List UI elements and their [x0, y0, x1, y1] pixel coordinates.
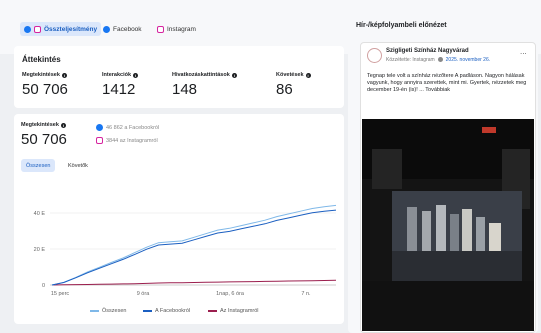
instagram-icon: [96, 137, 103, 144]
metric-link-clicks-value: 148: [172, 81, 198, 98]
views-facebook-text: 46 862 a Facebookról: [106, 124, 160, 131]
metric-views-value: 50 706: [22, 81, 68, 98]
x-tick-label: 9 óra: [137, 291, 150, 297]
tab-overall-label: Összteljesítmény: [44, 25, 98, 33]
preview-title: Hír-/képfolyambeli előnézet: [356, 22, 447, 29]
series-line: [51, 209, 337, 286]
toggle-followers-label: Követők: [68, 162, 88, 169]
legend-instagram-label: Az Instagramról: [220, 308, 259, 314]
series-line: [51, 279, 337, 286]
legend-swatch-total: [90, 310, 99, 312]
toggle-total-label: Összesen: [26, 162, 51, 169]
metric-interactions: Interakciók i 1412: [102, 72, 139, 98]
facebook-icon: [24, 25, 31, 33]
tab-facebook[interactable]: Facebook: [103, 22, 142, 36]
metric-link-clicks: Hivatkozáskattintások i 148: [172, 72, 237, 98]
post-more-icon[interactable]: ...: [520, 47, 527, 56]
facebook-icon: [103, 25, 110, 33]
views-summary: Megtekintések i 50 706: [21, 122, 67, 148]
tab-instagram[interactable]: Instagram: [157, 22, 196, 36]
views-line-chart: 0 20 E 40 E 15 perc 9 óra 1nap, 6 óra 7 n.: [34, 204, 337, 297]
facebook-icon: [96, 124, 103, 131]
post-meta: Közzétette: Instagram 2025. november 26.: [386, 57, 490, 63]
tab-overall[interactable]: Összteljesítmény: [20, 22, 102, 36]
toggle-total[interactable]: Összesen: [21, 159, 56, 172]
post-date: 2025. november 26.: [445, 57, 491, 63]
y-tick-label: 40 E: [34, 211, 46, 217]
overview-card: Áttekintés Megtekintések i 50 706 Interak…: [14, 46, 344, 108]
legend-swatch-facebook: [143, 310, 152, 312]
legend-swatch-instagram: [208, 310, 217, 312]
x-tick-label: 15 perc: [51, 291, 70, 297]
info-icon[interactable]: i: [231, 72, 237, 78]
legend-total: Összesen: [90, 308, 126, 314]
instagram-icon: [34, 25, 41, 33]
metric-follows: Követések i 86: [276, 72, 311, 98]
views-facebook-row: 46 862 a Facebookról: [96, 124, 159, 131]
metric-views-label: Megtekintések: [22, 72, 60, 78]
views-label: Megtekintések: [21, 122, 59, 128]
info-icon[interactable]: i: [61, 72, 67, 78]
post-meta-source: Közzétette: Instagram: [386, 57, 435, 63]
page-avatar[interactable]: [367, 48, 382, 63]
views-instagram-row: 3844 az Instagramról: [96, 137, 158, 144]
page-name[interactable]: Szigligeti Színház Nagyvárad: [386, 48, 469, 54]
metric-link-clicks-label: Hivatkozáskattintások: [172, 72, 230, 78]
y-tick-label: 0: [42, 283, 45, 289]
metric-interactions-value: 1412: [102, 81, 136, 98]
metric-follows-value: 86: [276, 81, 293, 98]
tab-instagram-label: Instagram: [167, 25, 196, 33]
metric-follows-label: Követések: [276, 72, 304, 78]
x-tick-label: 1nap, 6 óra: [216, 291, 245, 297]
overview-title: Áttekintés: [22, 55, 61, 64]
metric-interactions-label: Interakciók: [102, 72, 132, 78]
tab-facebook-label: Facebook: [113, 25, 142, 33]
x-tick-label: 7 n.: [301, 291, 311, 297]
post-text: Tegnap tele volt a színház nézőtere A pa…: [367, 73, 527, 93]
toggle-followers[interactable]: Követők: [63, 159, 93, 172]
legend-facebook-label: A Facebookról: [155, 308, 191, 314]
legend-instagram: Az Instagramról: [208, 308, 259, 314]
views-value: 50 706: [21, 131, 67, 148]
post-photo[interactable]: [362, 119, 534, 331]
info-icon[interactable]: i: [60, 122, 66, 128]
instagram-icon: [157, 25, 164, 33]
legend-total-label: Összesen: [102, 308, 127, 314]
legend-facebook: A Facebookról: [143, 308, 190, 314]
metric-views: Megtekintések i 50 706: [22, 72, 68, 98]
globe-icon: [437, 57, 443, 62]
y-tick-label: 20 E: [34, 247, 46, 253]
info-icon[interactable]: i: [133, 72, 139, 78]
views-instagram-text: 3844 az Instagramról: [106, 137, 158, 144]
info-icon[interactable]: i: [305, 72, 311, 78]
